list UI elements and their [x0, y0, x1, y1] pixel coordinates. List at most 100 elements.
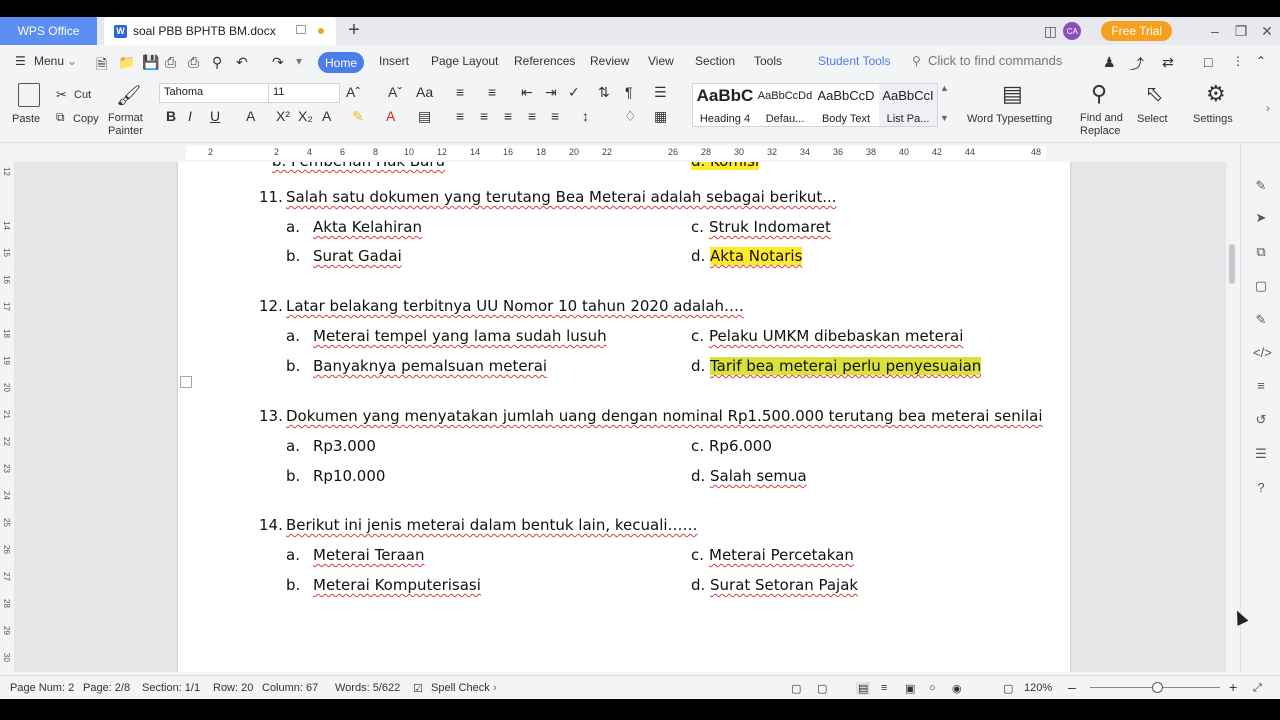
align-center-icon[interactable]: ≡ — [480, 108, 488, 124]
menu-button[interactable]: Menu — [34, 54, 64, 68]
save-icon[interactable]: 💾 — [142, 54, 159, 71]
command-search-input[interactable]: Click to find commands — [928, 53, 1062, 68]
superscript-icon[interactable]: X² — [276, 108, 290, 124]
settings-button[interactable]: Settings — [1193, 113, 1233, 125]
format-painter-label-2[interactable]: Painter — [108, 125, 143, 137]
scrollbar-thumb[interactable] — [1229, 244, 1235, 284]
highlight-icon[interactable]: ✎ — [352, 108, 364, 125]
restore-icon[interactable]: ❐ — [1228, 23, 1254, 40]
fit-page-icon[interactable]: ▢ — [1003, 682, 1013, 695]
comment-icon[interactable]: □ — [1204, 54, 1212, 70]
eye-protection-icon[interactable]: ◉ — [952, 682, 962, 695]
share-icon[interactable]: ⤴ — [1130, 54, 1144, 74]
tab-view[interactable]: View — [648, 54, 674, 68]
document-page[interactable]: b. Pemberian Hak Baru d. Komisi 11. Sala… — [178, 162, 1070, 672]
print-preview-icon[interactable]: ⚲ — [212, 54, 222, 71]
status-page[interactable]: Page: 2/8 — [83, 682, 130, 694]
styles-expand-icon[interactable]: ▼ — [940, 113, 949, 123]
minimize-icon[interactable]: – — [1202, 23, 1228, 39]
ribbon-scroll-right-icon[interactable]: › — [1266, 101, 1270, 115]
subscript-icon[interactable]: X₂ — [298, 108, 313, 124]
tab-review[interactable]: Review — [590, 54, 629, 68]
list-panel-icon[interactable]: ☰ — [1253, 446, 1269, 462]
find-replace-label-2[interactable]: Replace — [1080, 125, 1120, 137]
status-page-num[interactable]: Page Num: 2 — [10, 682, 74, 694]
document-canvas[interactable]: b. Pemberian Hak Baru d. Komisi 11. Sala… — [14, 162, 1226, 672]
show-marks-icon[interactable]: ¶ — [625, 84, 633, 100]
hamburger-icon[interactable]: ☰ — [15, 54, 26, 68]
spell-check-button[interactable]: Spell Check — [431, 682, 490, 694]
page-view-icon[interactable]: ▤ — [856, 682, 871, 695]
underline-icon[interactable]: U — [210, 108, 220, 124]
paste-button[interactable]: Paste — [12, 113, 40, 125]
tab-references[interactable]: References — [514, 54, 575, 68]
line-spacing-icon[interactable]: ↕ — [582, 108, 589, 124]
text-direction-icon[interactable]: ✓ — [568, 84, 580, 101]
zoom-out-icon[interactable]: – — [1068, 679, 1076, 695]
align-left-icon[interactable]: ≡ — [456, 108, 464, 124]
new-tab-plus-icon[interactable]: + — [344, 19, 364, 42]
tab-window-icon[interactable] — [296, 25, 306, 34]
font-size-select[interactable]: 11 — [268, 83, 340, 103]
align-right-icon[interactable]: ≡ — [504, 108, 512, 124]
horizontal-ruler[interactable]: 2 2 4 6 8 10 12 14 16 18 20 22 26 28 30 … — [0, 144, 1226, 162]
adjust-icon[interactable]: ≡ — [1253, 378, 1269, 394]
zoom-slider-knob[interactable] — [1152, 682, 1163, 693]
text-effect-icon[interactable]: A — [246, 108, 255, 124]
zoom-in-icon[interactable]: + — [1229, 679, 1237, 695]
font-color-effect-icon[interactable]: A — [322, 108, 331, 124]
fullscreen-icon[interactable]: ⤢ — [1253, 682, 1262, 695]
find-replace-label-1[interactable]: Find and — [1080, 112, 1123, 124]
transform-icon[interactable]: ⧉ — [1253, 244, 1269, 260]
increase-indent-icon[interactable]: ⇥ — [545, 84, 557, 101]
status-expand-icon[interactable]: › — [493, 682, 497, 694]
style-body-text-preview[interactable]: AaBbCcD — [815, 88, 877, 103]
paste-icon[interactable] — [18, 83, 40, 107]
tab-home[interactable]: Home — [318, 52, 364, 73]
new-doc-icon[interactable]: 🗎 — [96, 54, 107, 78]
tab-insert[interactable]: Insert — [379, 54, 409, 68]
sort-icon[interactable]: ⇅ — [598, 84, 610, 101]
select-arrow-icon[interactable]: ➤ — [1253, 210, 1269, 226]
share-user-icon[interactable]: ♟ — [1103, 54, 1116, 71]
bullets-icon[interactable]: ≡ — [456, 84, 464, 100]
history-icon[interactable]: ↺ — [1253, 412, 1269, 428]
copy-button[interactable]: Copy — [73, 113, 99, 125]
reading-view-icon[interactable]: ▣ — [905, 682, 915, 695]
justify-icon[interactable]: ≡ — [528, 108, 536, 124]
styles-scroll-up-icon[interactable]: ▲ — [940, 83, 949, 93]
tab-student-tools[interactable]: Student Tools — [818, 54, 891, 68]
numbering-icon[interactable]: ≡ — [488, 84, 496, 100]
tab-page-layout[interactable]: Page Layout — [431, 54, 498, 68]
redo-icon[interactable]: ↷ — [272, 54, 284, 71]
sync-icon[interactable]: ⇄ — [1162, 54, 1174, 71]
font-color-icon[interactable]: A — [386, 108, 395, 124]
collapse-ribbon-icon[interactable]: ⌃ — [1256, 54, 1266, 68]
code-icon[interactable]: </> — [1253, 345, 1272, 361]
borders-icon[interactable]: ▦ — [654, 108, 667, 125]
help-icon[interactable]: ? — [1253, 480, 1269, 496]
free-trial-button[interactable]: Free Trial — [1101, 21, 1172, 41]
avatar[interactable]: CA — [1063, 22, 1082, 40]
vertical-scrollbar[interactable] — [1226, 144, 1238, 672]
font-name-select[interactable]: Tahoma — [159, 83, 269, 103]
italic-icon[interactable]: I — [188, 108, 192, 124]
style-heading-4[interactable]: AaBbC Defau... — [695, 86, 755, 106]
grow-font-icon[interactable]: Aˆ — [346, 84, 360, 100]
more-quick-access-icon[interactable]: ▾ — [296, 54, 302, 68]
signature-icon[interactable]: ✎ — [1253, 312, 1269, 328]
open-folder-icon[interactable]: 📁 — [118, 54, 135, 71]
decrease-indent-icon[interactable]: ⇤ — [521, 84, 533, 101]
bold-icon[interactable]: B — [166, 108, 176, 124]
distributed-icon[interactable]: ≡ — [551, 108, 559, 124]
protect-icon[interactable]: ▢ — [791, 682, 801, 695]
clear-format-icon[interactable]: ▤ — [418, 108, 431, 125]
status-words[interactable]: Words: 5/622 — [335, 682, 400, 694]
undo-icon[interactable]: ↶ — [236, 54, 248, 71]
cut-button[interactable]: Cut — [74, 89, 91, 101]
tab-section[interactable]: Section — [695, 54, 735, 68]
lock-icon[interactable]: ▢ — [1253, 278, 1269, 294]
web-view-icon[interactable]: ○ — [929, 682, 936, 694]
vertical-ruler[interactable]: 12 14 15 16 17 18 19 20 21 22 23 24 25 2… — [0, 162, 14, 672]
paragraph-handle-icon[interactable] — [180, 376, 192, 388]
